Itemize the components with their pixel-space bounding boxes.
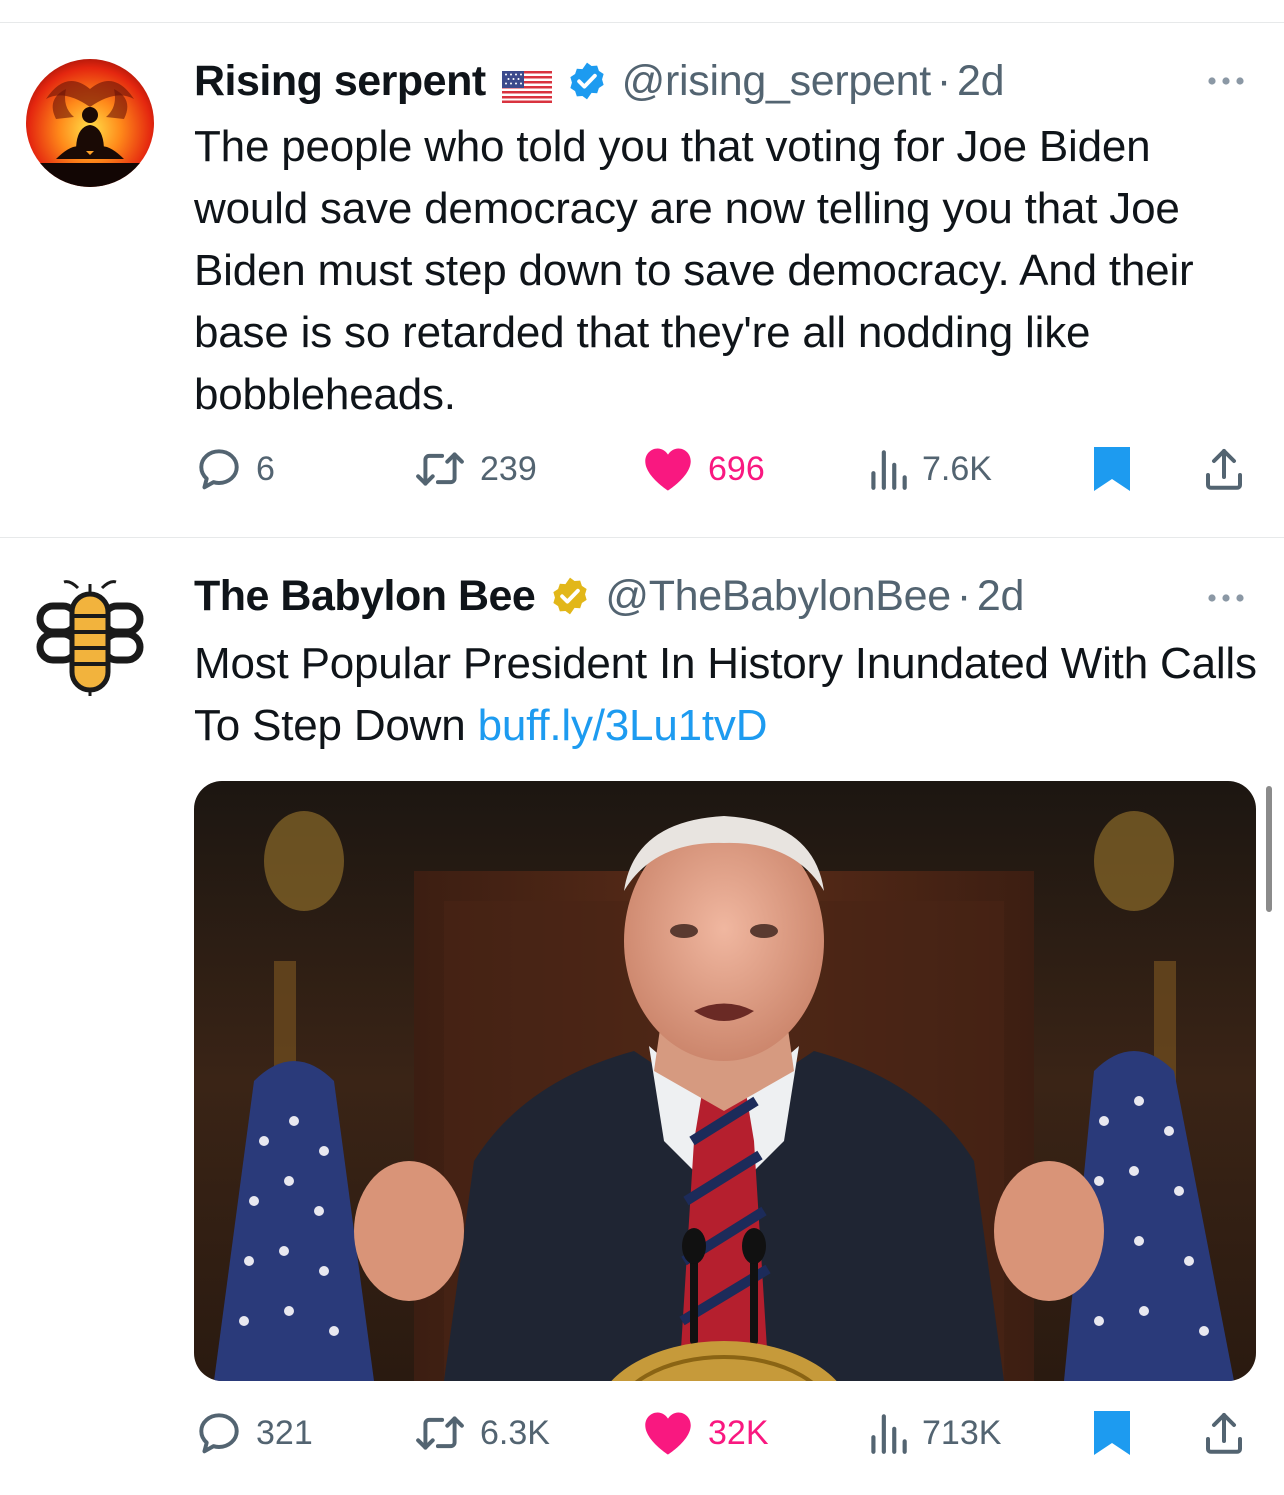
scrollbar[interactable] <box>1266 786 1272 912</box>
views-icon <box>871 450 907 490</box>
heart-icon <box>645 448 691 491</box>
action-bar: 6 239 696 7.6K <box>194 441 1254 497</box>
photo-president-at-podium <box>194 781 1256 1381</box>
repost-count: 239 <box>480 449 537 488</box>
action-bar: 321 6.3K 32K 713K <box>194 1405 1254 1461</box>
bee-logo-icon <box>36 580 144 696</box>
repost-icon <box>416 1416 464 1450</box>
blue-check-icon <box>566 60 608 102</box>
reply-button[interactable]: 6 <box>194 441 275 497</box>
bookmark-icon <box>1094 1411 1130 1455</box>
reply-count: 6 <box>256 449 275 488</box>
us-flag-icon <box>501 65 552 103</box>
display-name[interactable]: Rising serpent <box>194 57 486 106</box>
views-button[interactable]: 713K <box>866 1405 1001 1461</box>
tweet-header: Rising serpent @rising_serpent · 2d <box>194 55 1004 107</box>
repost-icon <box>416 452 464 486</box>
view-count: 7.6K <box>922 449 992 488</box>
handle[interactable]: @rising_serpent <box>622 57 932 106</box>
gold-check-icon <box>549 575 591 617</box>
share-button[interactable] <box>1202 441 1246 497</box>
like-count: 696 <box>708 449 765 488</box>
tweet[interactable]: Rising serpent @rising_serpent · 2d The … <box>0 23 1284 537</box>
separator-dot: · <box>956 571 971 620</box>
like-button[interactable]: 32K <box>640 1405 769 1461</box>
reply-button[interactable]: 321 <box>194 1405 313 1461</box>
views-button[interactable]: 7.6K <box>866 441 992 497</box>
tweet-link[interactable]: buff.ly/3Lu1tvD <box>478 701 768 750</box>
share-icon <box>1206 1413 1242 1454</box>
repost-button[interactable]: 239 <box>412 441 537 497</box>
views-icon <box>871 1414 907 1454</box>
avatar[interactable] <box>26 576 154 704</box>
tweet[interactable]: The Babylon Bee @TheBabylonBee · 2d Most… <box>0 538 1284 1495</box>
heart-icon <box>645 1412 691 1455</box>
tweet-text: Most Popular President In History Inunda… <box>194 633 1264 757</box>
bookmark-icon <box>1094 447 1130 491</box>
like-button[interactable]: 696 <box>640 441 765 497</box>
tweet-header: The Babylon Bee @TheBabylonBee · 2d <box>194 570 1024 622</box>
avatar[interactable] <box>26 59 154 187</box>
separator-dot: · <box>936 56 951 105</box>
more-options-icon[interactable] <box>1204 71 1248 91</box>
timestamp[interactable]: 2d <box>977 572 1025 621</box>
reply-count: 321 <box>256 1413 313 1452</box>
share-button[interactable] <box>1202 1405 1246 1461</box>
handle[interactable]: @TheBabylonBee <box>605 572 951 621</box>
more-options-icon[interactable] <box>1204 588 1248 608</box>
timestamp[interactable]: 2d <box>957 57 1005 106</box>
repost-count: 6.3K <box>480 1413 550 1452</box>
avatar-image <box>26 59 154 187</box>
tweet-text: The people who told you that voting for … <box>194 122 1194 419</box>
reply-icon <box>199 449 239 490</box>
reply-icon <box>199 1413 239 1454</box>
view-count: 713K <box>922 1413 1002 1452</box>
bookmark-button[interactable] <box>1092 1405 1132 1461</box>
tweet-media-image[interactable] <box>194 781 1256 1381</box>
share-icon <box>1206 449 1242 490</box>
repost-button[interactable]: 6.3K <box>412 1405 550 1461</box>
like-count: 32K <box>708 1413 769 1452</box>
bookmark-button[interactable] <box>1092 441 1132 497</box>
display-name[interactable]: The Babylon Bee <box>194 572 536 621</box>
